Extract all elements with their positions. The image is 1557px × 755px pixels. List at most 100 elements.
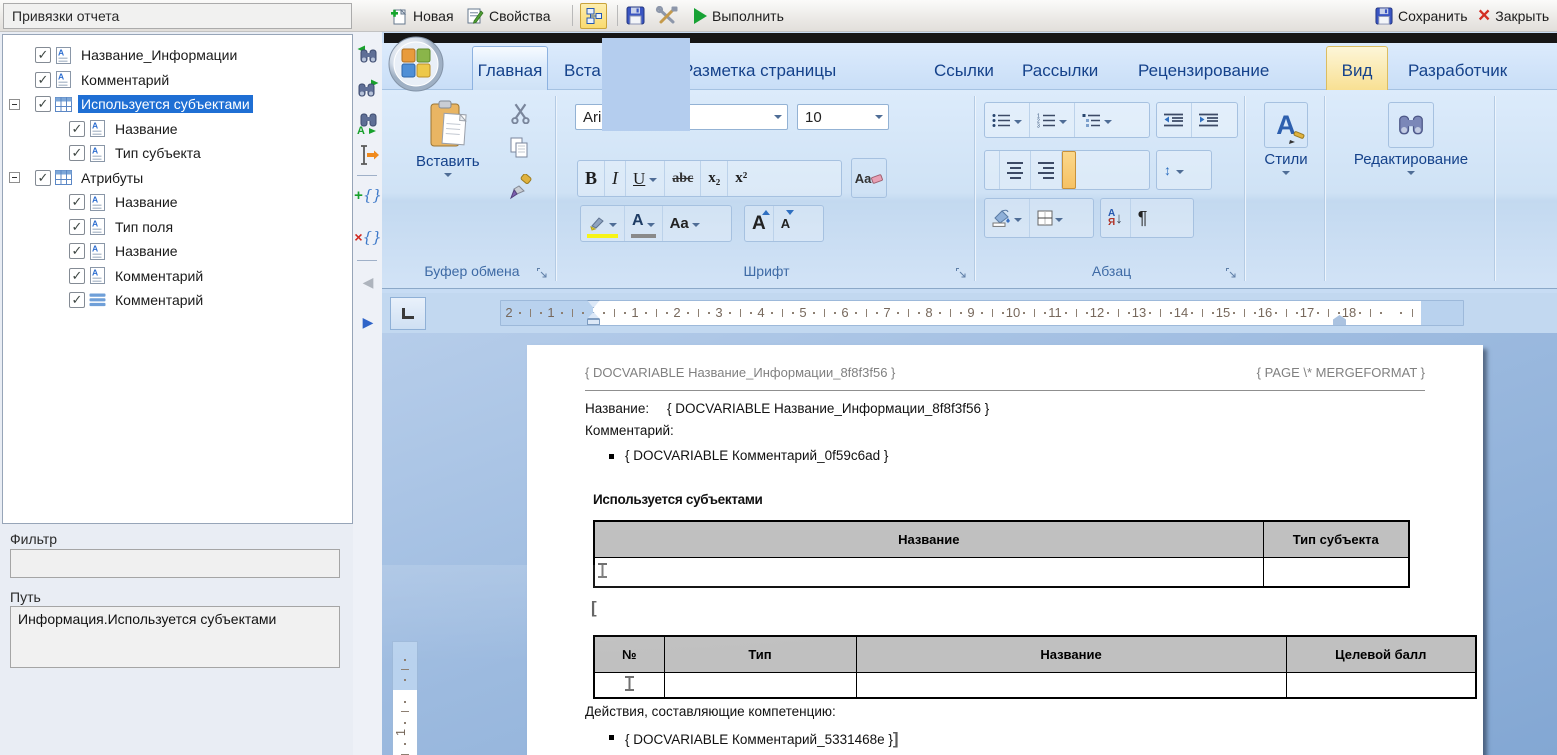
find-next-binoculars-icon[interactable] (356, 77, 380, 101)
competency-table-cell[interactable] (1286, 672, 1476, 698)
font-size-combo[interactable]: 10 (797, 104, 889, 130)
filter-input[interactable] (10, 549, 340, 578)
competency-table-header-score[interactable]: Целевой балл (1286, 636, 1476, 672)
tree-item-label[interactable]: Комментарий (112, 267, 206, 285)
subjects-table-header-type[interactable]: Тип субъекта (1263, 521, 1409, 557)
numbered-list-button[interactable]: 123 (1029, 103, 1074, 137)
save-button[interactable]: Сохранить (1375, 0, 1468, 31)
tools-icon-button[interactable] (655, 0, 679, 31)
tree-checkbox[interactable]: ✓ (35, 72, 51, 88)
highlight-color-button[interactable] (581, 206, 624, 241)
font-dialog-launcher[interactable] (955, 267, 968, 280)
show-marks-button[interactable]: ¶ (1130, 199, 1155, 237)
tree-item[interactable]: ✓AТип субъекта (3, 141, 352, 166)
tree-checkbox[interactable]: ✓ (69, 292, 85, 308)
tree-item[interactable]: ✓AКомментарий (3, 68, 352, 93)
align-center-button[interactable] (999, 151, 1030, 189)
tree-item-label[interactable]: Комментарий (78, 71, 172, 89)
tree-item[interactable]: ✓AНазвание (3, 117, 352, 142)
styles-button[interactable]: A Стили (1258, 102, 1314, 175)
collapse-expander[interactable] (9, 172, 20, 183)
tree-item[interactable]: ✓ Комментарий (3, 288, 352, 313)
tree-item[interactable]: ✓Используется субъектами (3, 92, 352, 117)
tree-item-label[interactable]: Тип поля (112, 218, 176, 236)
document-page[interactable]: { DOCVARIABLE Название_Информации_8f8f3f… (527, 345, 1483, 755)
paste-button[interactable]: Вставить (416, 100, 480, 177)
justify-button[interactable] (1061, 151, 1076, 189)
navigate-back-arrow-icon[interactable]: ◀ (356, 270, 380, 294)
tab-вид[interactable]: Вид (1326, 46, 1388, 90)
run-button[interactable]: Выполнить (694, 0, 784, 31)
editing-button[interactable]: Редактирование (1356, 102, 1466, 175)
tree-item[interactable]: ✓AКомментарий (3, 264, 352, 289)
align-right-button[interactable] (1030, 151, 1061, 189)
grow-font-button[interactable]: A (745, 206, 773, 241)
copy-button[interactable] (508, 136, 532, 160)
subjects-table-header-name[interactable]: Название (594, 521, 1263, 557)
bindings-panel-toggle-button[interactable] (580, 3, 607, 29)
tree-item[interactable]: ✓ Атрибуты (3, 166, 352, 191)
save-template-icon-button[interactable] (626, 0, 645, 31)
format-painter-button[interactable] (508, 174, 534, 200)
tree-item[interactable]: ✓AТип поля (3, 215, 352, 240)
properties-button[interactable]: Свойства (466, 0, 550, 31)
subjects-table-cell[interactable] (594, 557, 1263, 587)
tab-рецензирование[interactable]: Рецензирование (1126, 46, 1281, 90)
competency-table-cell[interactable] (594, 672, 664, 698)
tree-item[interactable]: ✓AНазвание (3, 190, 352, 215)
tree-item-label[interactable]: Название_Информации (78, 46, 240, 64)
superscript-button[interactable]: x² (727, 161, 754, 196)
shrink-font-button[interactable]: A (773, 206, 797, 241)
add-field-braces-icon[interactable]: +{} (356, 183, 380, 207)
multilevel-list-button[interactable] (1074, 103, 1119, 137)
insert-field-cursor-icon[interactable] (356, 143, 380, 167)
competency-table-cell[interactable] (664, 672, 856, 698)
tree-item[interactable]: ✓AНазвание (3, 239, 352, 264)
borders-button[interactable] (1029, 199, 1070, 237)
paragraph-dialog-launcher[interactable] (1225, 267, 1238, 280)
tree-checkbox[interactable]: ✓ (69, 121, 85, 137)
tab-рассылки[interactable]: Рассылки (1010, 46, 1110, 90)
tree-item-label[interactable]: Комментарий (112, 291, 206, 309)
bold-button[interactable]: B (578, 161, 604, 196)
tab-ссылки[interactable]: Ссылки (922, 46, 1006, 90)
office-button[interactable] (387, 35, 445, 93)
tree-item[interactable]: ✓AНазвание_Информации (3, 43, 352, 68)
strikethrough-button[interactable]: abc (664, 161, 700, 196)
delete-field-braces-icon[interactable]: ×{} (356, 225, 380, 249)
decrease-indent-button[interactable] (1157, 103, 1191, 137)
tree-checkbox[interactable]: ✓ (35, 170, 51, 186)
find-previous-binoculars-icon[interactable] (356, 43, 380, 67)
italic-button[interactable]: I (604, 161, 625, 196)
tree-checkbox[interactable]: ✓ (69, 219, 85, 235)
competency-table-header-num[interactable]: № (594, 636, 664, 672)
underline-button[interactable]: U (625, 161, 664, 196)
tree-checkbox[interactable]: ✓ (69, 268, 85, 284)
increase-indent-button[interactable] (1191, 103, 1226, 137)
cut-button[interactable] (510, 102, 532, 124)
line-spacing-button[interactable]: ↕ (1157, 151, 1191, 189)
shading-button[interactable] (985, 199, 1029, 237)
close-button[interactable]: × Закрыть (1478, 0, 1549, 31)
collapse-expander[interactable] (9, 99, 20, 110)
tree-item-label[interactable]: Используется субъектами (78, 95, 253, 113)
align-left-button[interactable] (985, 151, 999, 189)
tree-item-label[interactable]: Название (112, 193, 181, 211)
tab-stop-selector[interactable] (390, 297, 426, 330)
tree-checkbox[interactable]: ✓ (69, 145, 85, 161)
clipboard-dialog-launcher[interactable] (536, 267, 549, 280)
tab-разработчик[interactable]: Разработчик (1396, 46, 1519, 90)
find-text-binoculars-icon[interactable]: A (356, 112, 380, 136)
tree-item-label[interactable]: Атрибуты (78, 169, 146, 187)
change-case-button[interactable]: Aa (662, 206, 707, 241)
subscript-button[interactable]: x₂ (700, 161, 727, 196)
clear-formatting-button[interactable]: Aa (851, 158, 887, 198)
tree-checkbox[interactable]: ✓ (69, 194, 85, 210)
sort-button[interactable]: А Я ↓ (1101, 199, 1130, 237)
competency-table-header-type[interactable]: Тип (664, 636, 856, 672)
competency-table-header-name[interactable]: Название (856, 636, 1286, 672)
tree-item-label[interactable]: Название (112, 242, 181, 260)
tree-checkbox[interactable]: ✓ (35, 47, 51, 63)
new-report-button[interactable]: Новая (390, 0, 454, 31)
tree-item-label[interactable]: Тип субъекта (112, 144, 204, 162)
